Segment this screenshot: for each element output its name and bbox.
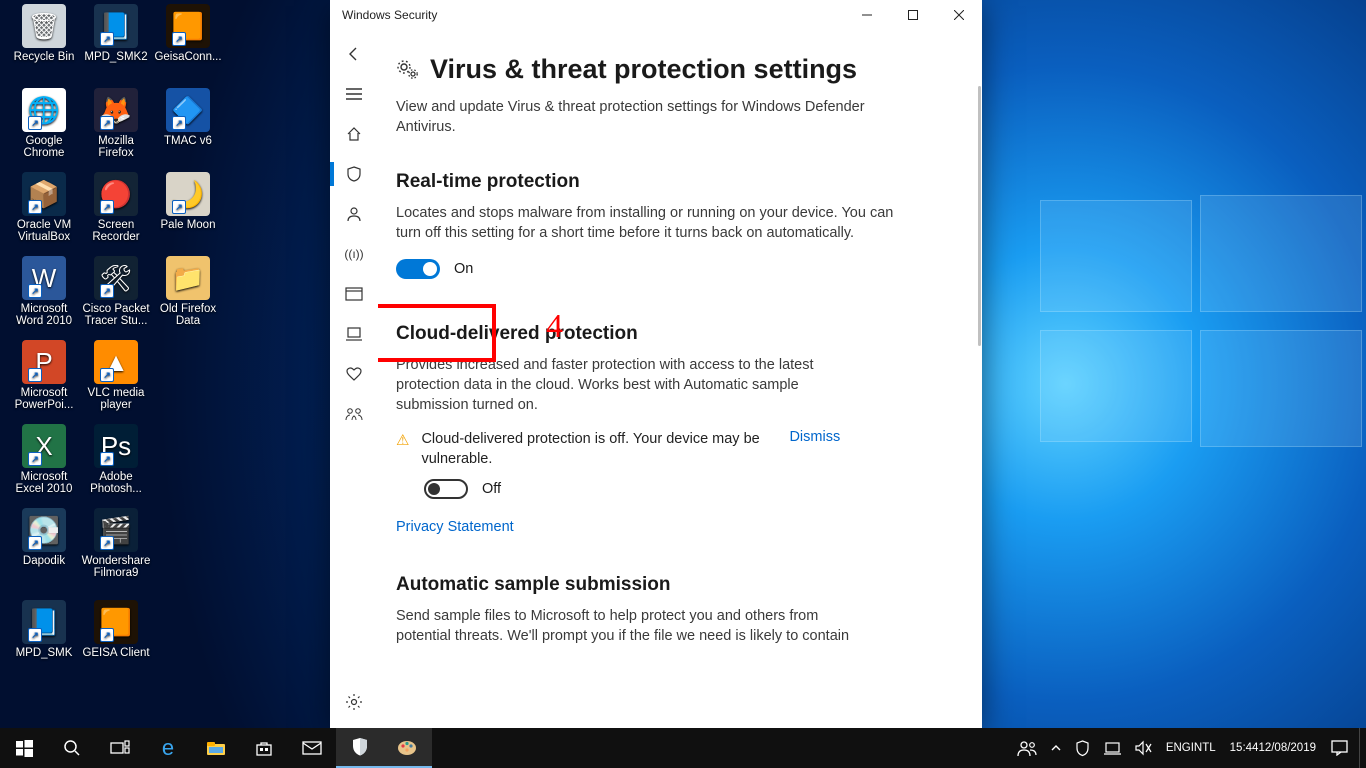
desktop-icon[interactable]: 🛠↗Cisco Packet Tracer Stu... bbox=[80, 256, 152, 327]
back-button[interactable] bbox=[330, 34, 378, 74]
taskbar-explorer[interactable] bbox=[192, 728, 240, 768]
page-title: Virus & threat protection settings bbox=[430, 54, 857, 85]
nav-home[interactable] bbox=[330, 114, 378, 154]
tray-notifications[interactable] bbox=[1324, 728, 1355, 768]
realtime-desc: Locates and stops malware from installin… bbox=[396, 203, 896, 243]
tray-clock[interactable]: 15:44 12/08/2019 bbox=[1222, 728, 1324, 768]
taskbar-edge[interactable]: e bbox=[144, 728, 192, 768]
nav-settings[interactable] bbox=[330, 682, 378, 722]
desktop-icon[interactable]: 🎬↗Wondershare Filmora9 bbox=[80, 508, 152, 579]
desktop-icon[interactable]: P↗Microsoft PowerPoi... bbox=[8, 340, 80, 411]
desktop-icon[interactable]: W↗Microsoft Word 2010 bbox=[8, 256, 80, 327]
desktop-icon[interactable]: X↗Microsoft Excel 2010 bbox=[8, 424, 80, 495]
nav-virus-threat[interactable] bbox=[330, 154, 378, 194]
tray-people[interactable] bbox=[1010, 728, 1044, 768]
minimize-button[interactable] bbox=[844, 0, 890, 30]
taskbar-store[interactable] bbox=[240, 728, 288, 768]
taskbar-paint[interactable] bbox=[384, 728, 432, 768]
close-button[interactable] bbox=[936, 0, 982, 30]
desktop-icon[interactable]: ▲↗VLC media player bbox=[80, 340, 152, 411]
desktop-icon-label: Pale Moon bbox=[152, 219, 224, 231]
taskbar-windows-security[interactable] bbox=[336, 728, 384, 768]
windows-security-window: Windows Security bbox=[330, 0, 982, 728]
realtime-toggle[interactable] bbox=[396, 259, 440, 279]
taskbar-mail[interactable] bbox=[288, 728, 336, 768]
tray-language[interactable]: ENG INTL bbox=[1160, 728, 1222, 768]
scrollbar[interactable] bbox=[978, 86, 981, 346]
desktop-icon[interactable]: 🟧↗GeisaConn... bbox=[152, 4, 224, 63]
desktop-icon[interactable]: 🌐↗Google Chrome bbox=[8, 88, 80, 159]
titlebar[interactable]: Windows Security bbox=[330, 0, 982, 30]
nav-account[interactable] bbox=[330, 194, 378, 234]
cloud-heading: Cloud-delivered protection bbox=[396, 323, 942, 345]
desktop-icon-label: Cisco Packet Tracer Stu... bbox=[80, 303, 152, 327]
privacy-link[interactable]: Privacy Statement bbox=[396, 519, 514, 535]
annotation-number: 4 bbox=[546, 308, 563, 346]
desktop-icon-label: Wondershare Filmora9 bbox=[80, 555, 152, 579]
desktop-icon-label: Microsoft Word 2010 bbox=[8, 303, 80, 327]
nav-firewall[interactable]: ((ı)) bbox=[330, 234, 378, 274]
desktop-icon[interactable]: 🦊↗Mozilla Firefox bbox=[80, 88, 152, 159]
auto-heading: Automatic sample submission bbox=[396, 574, 942, 596]
desktop-icon-label: MPD_SMK2 bbox=[80, 51, 152, 63]
nav-device-performance[interactable] bbox=[330, 354, 378, 394]
desktop-icon-label: Google Chrome bbox=[8, 135, 80, 159]
desktop-icon-label: Mozilla Firefox bbox=[80, 135, 152, 159]
realtime-heading: Real-time protection bbox=[396, 171, 942, 193]
desktop-icon-label: Recycle Bin bbox=[8, 51, 80, 63]
nav-device-security[interactable] bbox=[330, 314, 378, 354]
desktop-icon-label: Screen Recorder bbox=[80, 219, 152, 243]
system-tray: ENG INTL 15:44 12/08/2019 bbox=[1010, 728, 1366, 768]
svg-text:((ı)): ((ı)) bbox=[344, 247, 363, 261]
warning-icon: ⚠ bbox=[396, 431, 409, 449]
desktop-icon[interactable]: 💽↗Dapodik bbox=[8, 508, 80, 567]
tray-volume-icon[interactable] bbox=[1128, 728, 1160, 768]
nav-rail: ((ı)) bbox=[330, 30, 378, 728]
cloud-warning-text: Cloud-delivered protection is off. Your … bbox=[421, 429, 771, 469]
desktop-icon[interactable]: 📘↗MPD_SMK2 bbox=[80, 4, 152, 63]
desktop-icon-label: MPD_SMK bbox=[8, 647, 80, 659]
show-desktop-button[interactable] bbox=[1359, 728, 1366, 768]
tray-security-icon[interactable] bbox=[1068, 728, 1097, 768]
menu-button[interactable] bbox=[330, 74, 378, 114]
nav-family[interactable] bbox=[330, 394, 378, 434]
desktop-icon-label: Oracle VM VirtualBox bbox=[8, 219, 80, 243]
desktop-icon-label: Microsoft Excel 2010 bbox=[8, 471, 80, 495]
desktop-icon-label: GEISA Client bbox=[80, 647, 152, 659]
window-title: Windows Security bbox=[342, 8, 437, 22]
desktop-icon[interactable]: Ps↗Adobe Photosh... bbox=[80, 424, 152, 495]
desktop-icon-label: Old Firefox Data bbox=[152, 303, 224, 327]
search-button[interactable] bbox=[48, 728, 96, 768]
realtime-toggle-label: On bbox=[454, 261, 473, 277]
cloud-toggle[interactable] bbox=[424, 479, 468, 499]
cloud-desc: Provides increased and faster protection… bbox=[396, 355, 836, 415]
desktop-icon[interactable]: 📘↗MPD_SMK bbox=[8, 600, 80, 659]
auto-desc: Send sample files to Microsoft to help p… bbox=[396, 606, 856, 646]
content-area: Virus & threat protection settings View … bbox=[378, 30, 982, 728]
desktop-icon-label: TMAC v6 bbox=[152, 135, 224, 147]
desktop-icon[interactable]: 🔷↗TMAC v6 bbox=[152, 88, 224, 147]
dismiss-link[interactable]: Dismiss bbox=[789, 429, 840, 445]
start-button[interactable] bbox=[0, 728, 48, 768]
taskview-button[interactable] bbox=[96, 728, 144, 768]
nav-app-browser[interactable] bbox=[330, 274, 378, 314]
desktop-icon-label: Adobe Photosh... bbox=[80, 471, 152, 495]
desktop-icon[interactable]: 🟧↗GEISA Client bbox=[80, 600, 152, 659]
maximize-button[interactable] bbox=[890, 0, 936, 30]
page-subtitle: View and update Virus & threat protectio… bbox=[396, 97, 916, 137]
desktop-icon-label: VLC media player bbox=[80, 387, 152, 411]
desktop-icon-label: GeisaConn... bbox=[152, 51, 224, 63]
cloud-toggle-label: Off bbox=[482, 481, 501, 497]
desktop-icon-label: Dapodik bbox=[8, 555, 80, 567]
taskbar: e ENG INTL 15:44 bbox=[0, 728, 1366, 768]
desktop-icon[interactable]: 🌙↗Pale Moon bbox=[152, 172, 224, 231]
settings-gears-icon bbox=[396, 59, 420, 81]
desktop-icon[interactable]: 🔴↗Screen Recorder bbox=[80, 172, 152, 243]
tray-overflow[interactable] bbox=[1044, 728, 1068, 768]
desktop-icon[interactable]: 📁Old Firefox Data bbox=[152, 256, 224, 327]
desktop-icon-label: Microsoft PowerPoi... bbox=[8, 387, 80, 411]
tray-network-icon[interactable] bbox=[1097, 728, 1128, 768]
desktop-icon[interactable]: 🗑Recycle Bin bbox=[8, 4, 80, 63]
desktop-icon[interactable]: 📦↗Oracle VM VirtualBox bbox=[8, 172, 80, 243]
